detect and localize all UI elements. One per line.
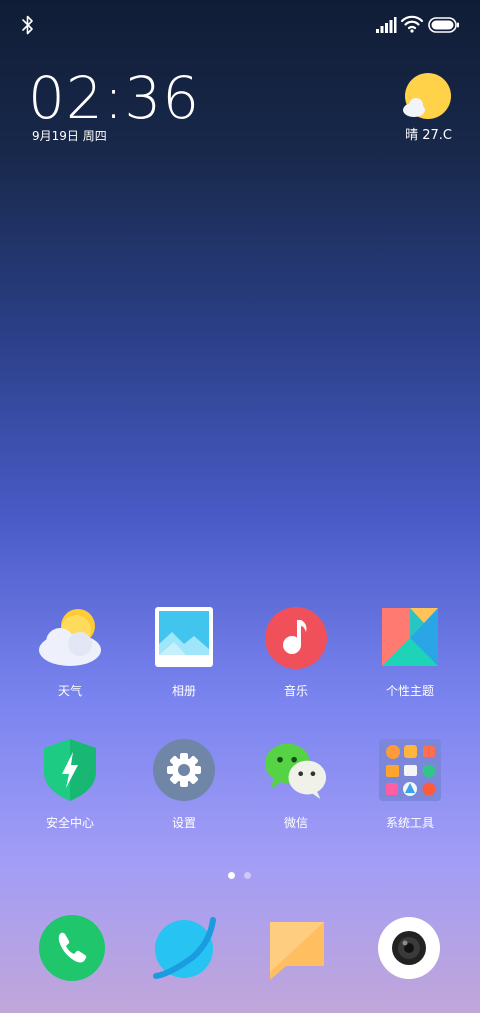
folder-tools[interactable]: 系统工具: [360, 738, 460, 848]
app-wechat[interactable]: 微信: [246, 738, 346, 848]
weather-summary: 晴 27.C: [405, 128, 452, 143]
dock-phone[interactable]: [36, 912, 108, 984]
clock-time[interactable]: 02:36: [28, 66, 200, 130]
themes-icon: [382, 608, 438, 666]
gallery-icon: [155, 607, 213, 667]
app-weather[interactable]: 天气: [20, 606, 120, 716]
weather-icon: [39, 609, 101, 666]
app-label: 安全中心: [45, 816, 94, 830]
sun-cloud-icon[interactable]: [400, 72, 454, 126]
app-gallery[interactable]: 相册: [134, 606, 234, 716]
app-label: 个性主题: [385, 684, 434, 698]
wechat-icon: [264, 743, 327, 800]
settings-icon: [153, 739, 215, 801]
music-icon: [265, 607, 327, 669]
bluetooth-icon: [22, 15, 33, 35]
app-label: 系统工具: [385, 816, 434, 830]
security-icon: [44, 739, 96, 801]
app-label: 天气: [57, 684, 82, 698]
page-dot[interactable]: [244, 872, 251, 879]
messages-icon: [270, 922, 324, 980]
phone-icon: [39, 915, 105, 981]
app-themes[interactable]: 个性主题: [360, 606, 460, 716]
app-label: 音乐: [283, 684, 308, 698]
app-security[interactable]: 安全中心: [20, 738, 120, 848]
signal-icon: [376, 17, 397, 33]
browser-icon: [153, 917, 216, 979]
camera-icon: [378, 917, 440, 979]
tools-folder-icon: [379, 739, 441, 801]
app-settings[interactable]: 设置: [134, 738, 234, 848]
dock-messages[interactable]: [262, 912, 334, 984]
status-bar: [0, 0, 480, 50]
page-indicator: [225, 872, 255, 882]
clock-date: 9月19日 周四: [32, 129, 107, 143]
dock-browser[interactable]: [148, 912, 220, 984]
app-label: 相册: [171, 684, 196, 698]
app-music[interactable]: 音乐: [246, 606, 346, 716]
page-dot-active[interactable]: [228, 872, 235, 879]
app-label: 微信: [283, 816, 308, 830]
battery-icon: [428, 17, 459, 33]
dock-camera[interactable]: [373, 912, 445, 984]
app-label: 设置: [171, 816, 196, 830]
wifi-icon: [401, 15, 423, 33]
